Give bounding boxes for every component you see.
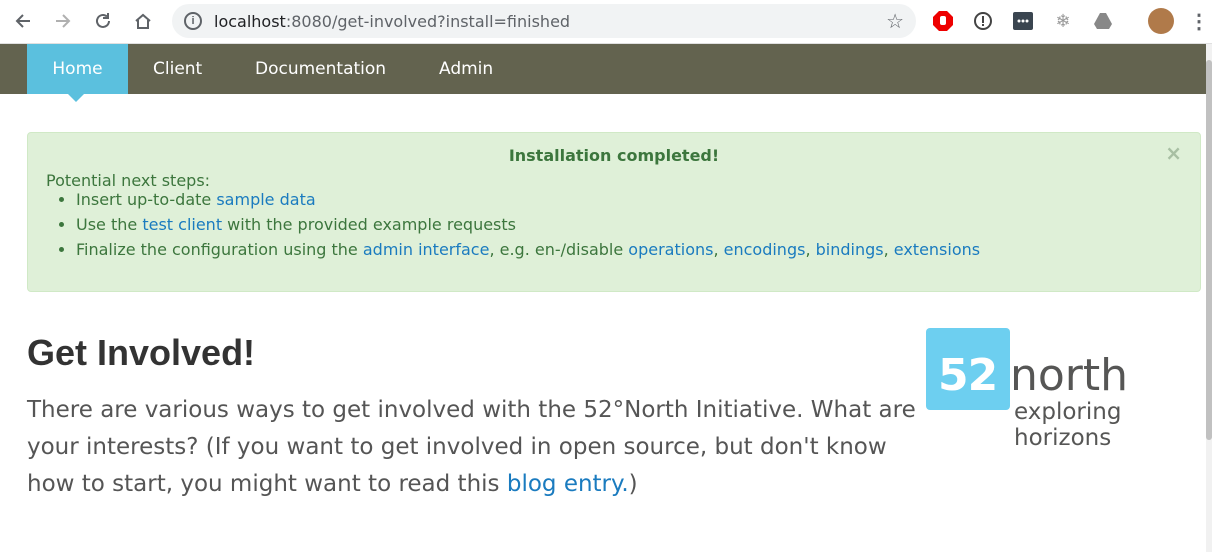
extensions-link[interactable]: extensions — [894, 240, 980, 259]
operations-link[interactable]: operations — [628, 240, 713, 259]
info-icon[interactable]: i — [184, 12, 202, 30]
nav-home[interactable]: Home — [27, 44, 128, 94]
forward-arrow-icon[interactable] — [50, 8, 76, 34]
address-bar[interactable]: i localhost:8080/get-involved?install=fi… — [172, 4, 916, 38]
sample-data-link[interactable]: sample data — [216, 190, 315, 209]
url-text[interactable]: localhost:8080/get-involved?install=fini… — [214, 12, 570, 31]
encodings-link[interactable]: encodings — [724, 240, 806, 259]
drive-icon[interactable] — [1092, 10, 1114, 32]
home-icon[interactable] — [130, 8, 156, 34]
installation-alert: Installation completed! × Potential next… — [27, 132, 1201, 292]
test-client-link[interactable]: test client — [142, 215, 222, 234]
password-manager-icon[interactable] — [1012, 10, 1034, 32]
list-item: Finalize the configuration using the adm… — [76, 237, 980, 262]
logo-digits: 52 — [938, 350, 998, 401]
extension-circle-icon[interactable] — [972, 10, 994, 32]
list-item: Use the test client with the provided ex… — [76, 212, 980, 237]
nav-admin[interactable]: Admin — [439, 44, 493, 94]
admin-interface-link[interactable]: admin interface — [363, 240, 490, 259]
adblock-icon[interactable] — [932, 10, 954, 32]
scrollbar-thumb[interactable] — [1206, 60, 1212, 440]
close-icon[interactable]: × — [1165, 141, 1182, 165]
logo-tagline: exploring horizons — [1014, 399, 1122, 451]
logo-word: north — [1010, 350, 1129, 401]
reload-icon[interactable] — [90, 8, 116, 34]
intro-paragraph: There are various ways to get involved w… — [27, 397, 916, 497]
snowflake-icon[interactable]: ❄ — [1052, 10, 1074, 32]
browser-toolbar: i localhost:8080/get-involved?install=fi… — [0, 0, 1212, 44]
site-navbar: Home Client Documentation Admin — [0, 44, 1212, 94]
menu-kebab-icon[interactable]: ⋮ — [1188, 10, 1210, 33]
nav-client[interactable]: Client — [153, 44, 202, 94]
bookmark-star-icon[interactable]: ☆ — [886, 9, 904, 34]
alert-title: Installation completed! — [508, 146, 720, 165]
blog-entry-link[interactable]: blog entry. — [507, 471, 629, 497]
nav-documentation[interactable]: Documentation — [255, 44, 386, 94]
next-steps-list: Insert up-to-date sample data Use the te… — [46, 187, 980, 262]
bindings-link[interactable]: bindings — [816, 240, 884, 259]
profile-avatar[interactable] — [1148, 8, 1174, 34]
active-tab-caret — [68, 94, 84, 102]
page-title: Get Involved! — [27, 332, 256, 373]
list-item: Insert up-to-date sample data — [76, 187, 980, 212]
back-arrow-icon[interactable] — [10, 8, 36, 34]
